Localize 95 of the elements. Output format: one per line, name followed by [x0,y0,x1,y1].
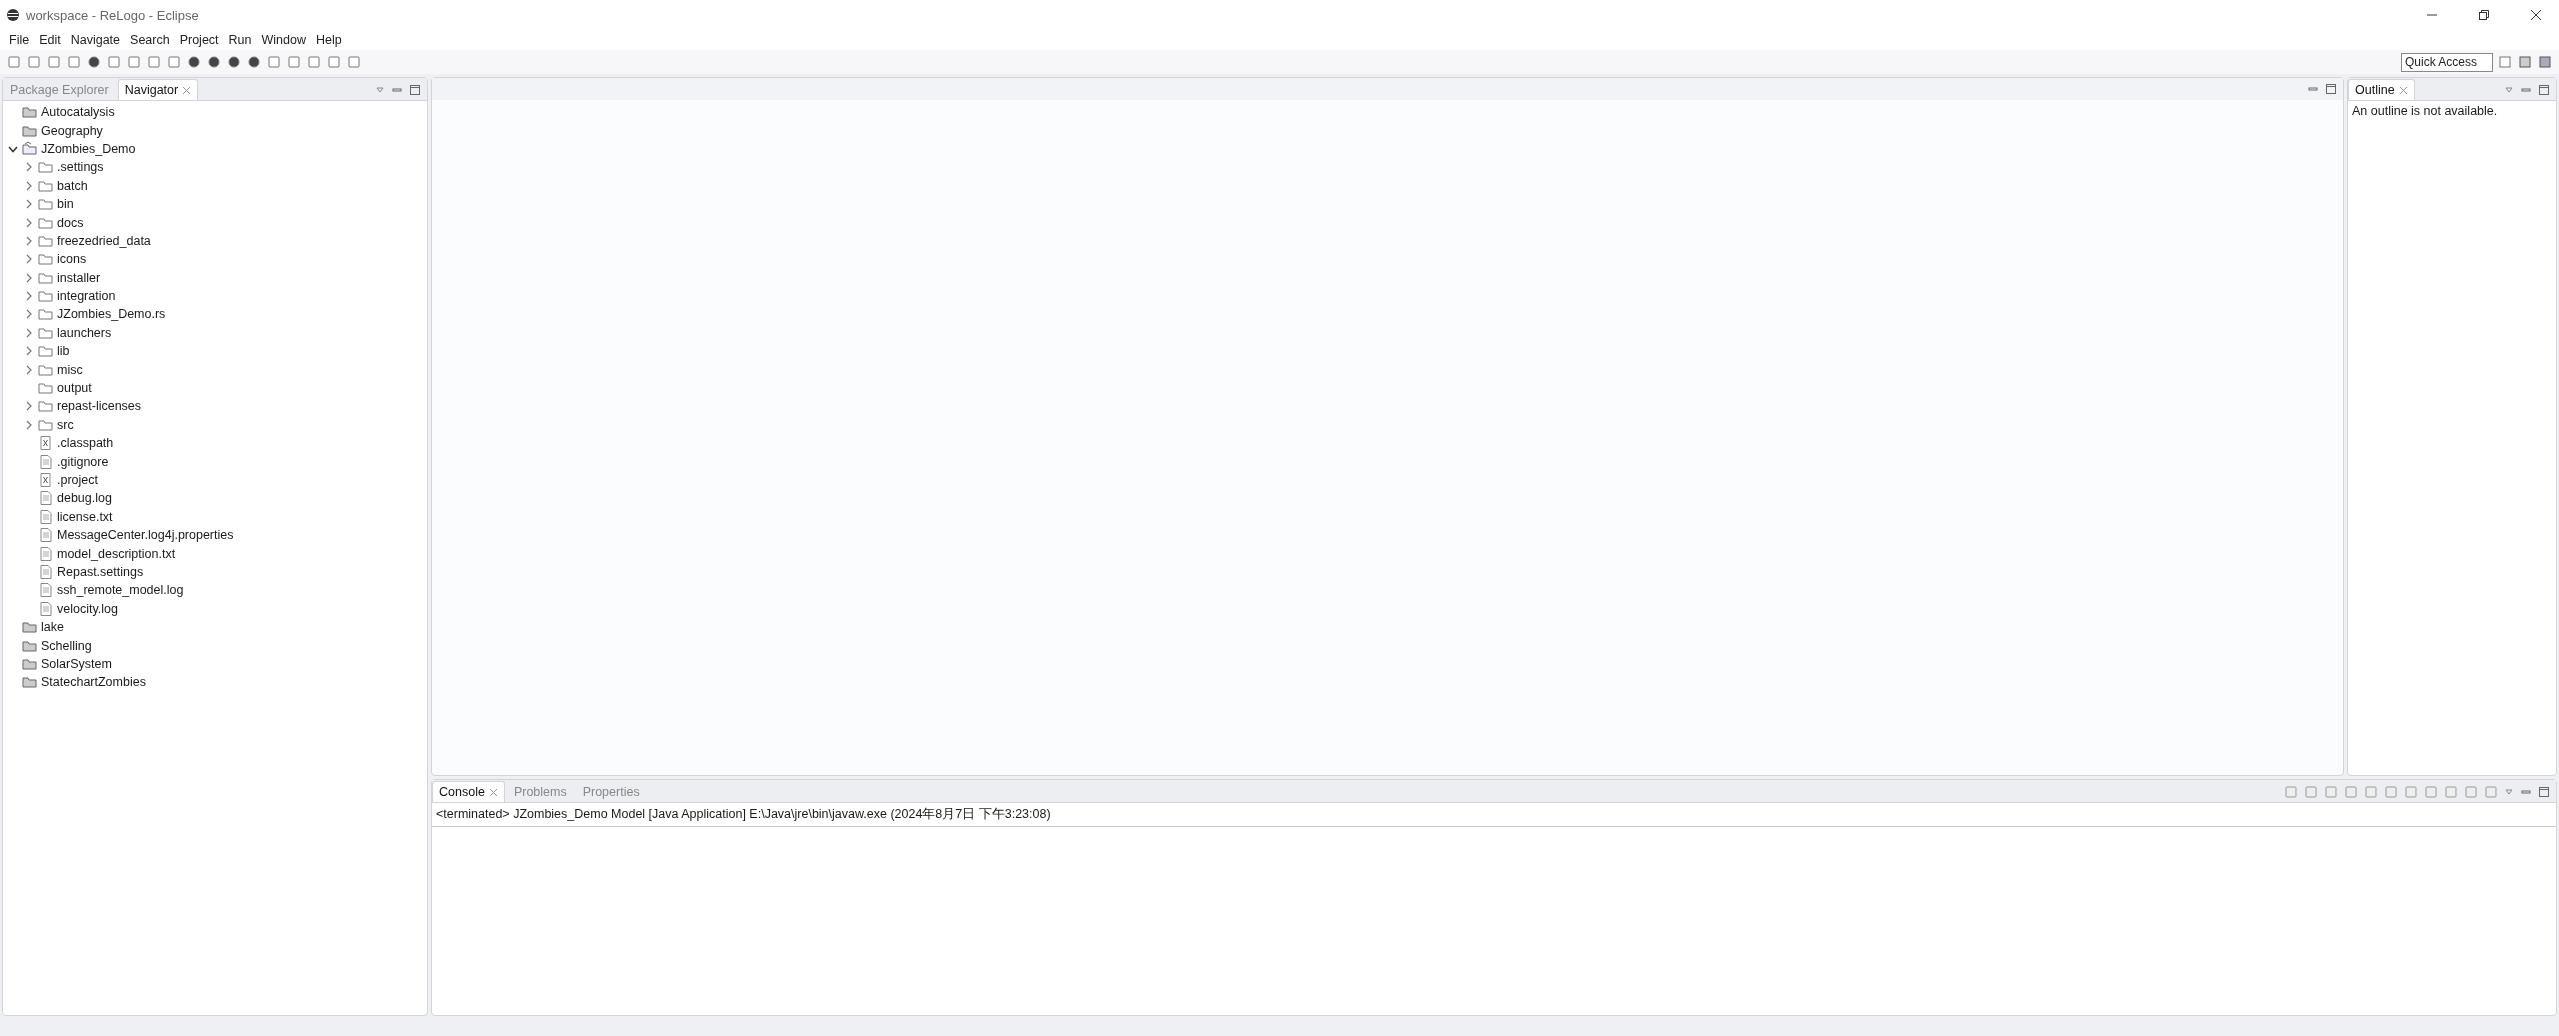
tree-item[interactable]: JZombies_Demo [41,141,136,156]
console-tool-icon[interactable] [2324,785,2338,799]
tree-item[interactable]: launchers [57,325,112,340]
close-icon[interactable] [2531,10,2541,20]
closed-project-icon [22,619,38,636]
tree-item[interactable]: .gitignore [57,454,109,469]
file-icon [38,545,54,562]
tree-item[interactable]: JZombies_Demo.rs [57,307,166,322]
menu-item[interactable]: File [4,33,35,47]
closed-project-icon [22,104,38,121]
file-icon [38,600,54,617]
file-icon [38,582,54,599]
tree-item[interactable]: installer [57,270,101,285]
perspective-icon[interactable] [2537,54,2553,70]
tree-item[interactable]: debug.log [57,491,112,506]
tree-item[interactable]: SolarSystem [41,656,112,671]
console-tool-icon[interactable] [2424,785,2438,799]
console-tool-icon[interactable] [2444,785,2458,799]
panel-tab[interactable]: Navigator [117,79,199,100]
maximize-icon[interactable] [2538,786,2550,798]
tree-item[interactable]: bin [57,197,74,212]
tree-item[interactable]: repast-licenses [57,399,142,414]
tree-item[interactable]: docs [57,215,84,230]
tree-item[interactable]: model_description.txt [57,546,176,561]
x-file-icon [38,472,54,488]
tree-item[interactable]: lake [41,620,64,635]
menu-item[interactable]: Help [310,33,347,47]
menu-item[interactable]: Edit [34,33,66,47]
eclipse-logo-icon [6,8,20,22]
file-icon [38,490,54,507]
menu-item[interactable]: Window [256,33,311,47]
file-icon [38,508,54,525]
quick-access-field[interactable]: Quick Access [2401,52,2493,72]
window-title: workspace - ReLogo - Eclipse [26,7,200,23]
tree-item[interactable]: icons [57,252,87,267]
folder-icon [38,288,54,305]
console-tool-icon[interactable] [2364,785,2378,799]
console-tool-icon[interactable] [2484,785,2498,799]
folder-icon [38,159,54,176]
x-file-icon [38,435,54,452]
tree-item[interactable]: .settings [57,160,104,175]
maximize-icon[interactable] [2538,84,2550,96]
tree-item[interactable]: src [57,417,74,432]
tree-item[interactable]: Autocatalysis [41,105,115,120]
outline-message: An outline is not available. [2351,103,2499,120]
tree-item[interactable]: Schelling [41,638,92,653]
circle-badge-icon[interactable] [226,54,242,70]
tree-item[interactable]: velocity.log [57,601,118,616]
tree-item[interactable]: .project [57,473,98,487]
project-folder-icon [22,140,38,157]
circle-badge-icon[interactable] [246,54,262,70]
folder-icon [38,398,54,415]
console-tool-icon[interactable] [2304,785,2318,799]
folder-icon [38,306,54,323]
maximize-icon[interactable] [409,84,421,96]
tree-item[interactable]: ssh_remote_model.log [57,583,184,598]
circle-badge-icon[interactable] [186,54,202,70]
tree-item[interactable]: Repast.settings [57,564,144,579]
maximize-icon[interactable] [2325,83,2337,95]
console-tool-icon[interactable] [2384,785,2398,799]
tree-item[interactable]: .classpath [57,436,114,451]
console-tool-icon[interactable] [2344,785,2358,799]
folder-icon [38,343,54,360]
console-tool-icon[interactable] [2404,785,2418,799]
menu-item[interactable]: Run [223,33,257,47]
file-icon [38,563,54,580]
toolbar-icon[interactable] [86,54,102,70]
tree-item[interactable]: StatechartZombies [41,675,146,690]
console-tool-icon[interactable] [2464,785,2478,799]
perspective-icon[interactable] [2517,54,2533,70]
tree-item[interactable]: lib [57,344,70,359]
console-tool-icon[interactable] [2284,785,2298,799]
folder-icon [38,251,54,268]
tree-item[interactable]: license.txt [57,509,113,524]
folder-icon [38,380,54,397]
panel-tab[interactable]: Console [432,781,505,802]
file-icon [38,453,54,470]
tree-item[interactable]: MessageCenter.log4j.properties [57,528,234,543]
circle-badge-icon[interactable] [206,54,222,70]
menu-item[interactable]: Navigate [65,33,126,47]
tree-item[interactable]: freezedried_data [57,233,151,248]
folder-icon [38,196,54,213]
tree-item[interactable]: Geography [41,123,103,138]
closed-project-icon [22,674,38,691]
menu-item[interactable]: Project [174,33,224,47]
tree-item[interactable]: misc [57,362,83,377]
menu-item[interactable]: Search [125,33,175,47]
tree-item[interactable]: batch [57,178,88,193]
panel-tab[interactable]: Outline [2348,79,2415,100]
file-icon [38,527,54,544]
restore-icon[interactable] [2479,10,2489,20]
console-output: <terminated> JZombies_Demo Model [Java Application] E:\Java\jre\bin\javaw.exe (2024年8月7日 下午3:23:08) [432,803,2556,827]
tree-item[interactable]: integration [57,289,116,304]
tree-item[interactable]: output [57,381,92,396]
open-perspective-icon[interactable] [2497,54,2513,70]
